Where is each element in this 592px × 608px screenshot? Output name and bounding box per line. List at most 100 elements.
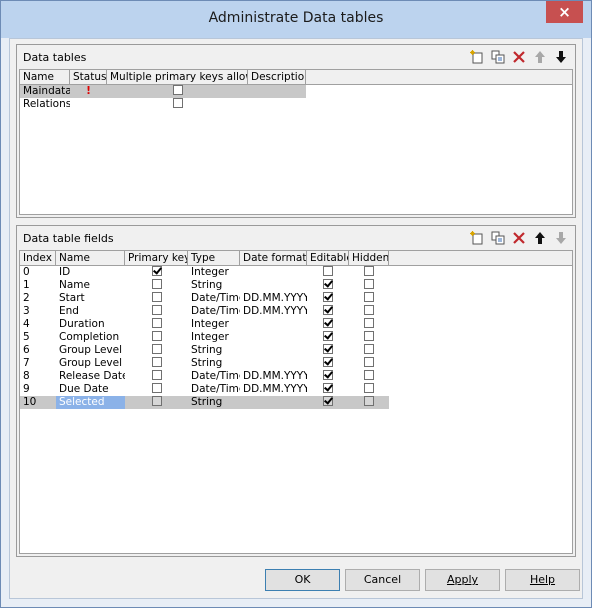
- type-cell[interactable]: Date/Time: [188, 305, 240, 318]
- type-cell[interactable]: Date/Time: [188, 370, 240, 383]
- hidden-checkbox[interactable]: [364, 370, 374, 380]
- hidden-checkbox[interactable]: [364, 266, 374, 276]
- table-row[interactable]: 10 Selected String: [20, 396, 389, 409]
- field-name-cell[interactable]: Completion: [56, 331, 125, 344]
- primary-key-checkbox[interactable]: [151, 266, 162, 276]
- column-header-date-format[interactable]: Date format: [240, 251, 307, 265]
- index-cell[interactable]: 9: [20, 383, 56, 396]
- index-cell[interactable]: 3: [20, 305, 56, 318]
- close-button[interactable]: ×: [546, 1, 583, 23]
- table-row[interactable]: 0 ID Integer: [20, 266, 389, 279]
- primary-key-checkbox[interactable]: [151, 305, 162, 315]
- field-name-cell[interactable]: Selected: [56, 396, 125, 409]
- move-up-icon[interactable]: [532, 230, 548, 246]
- primary-key-checkbox[interactable]: [151, 370, 162, 380]
- table-row[interactable]: 7 Group Level 2 String: [20, 357, 389, 370]
- field-name-cell[interactable]: Group Level 2: [56, 357, 125, 370]
- date-format-cell[interactable]: [240, 318, 307, 331]
- table-row[interactable]: 1 Name String: [20, 279, 389, 292]
- type-cell[interactable]: String: [188, 344, 240, 357]
- editable-checkbox[interactable]: [323, 344, 333, 354]
- table-row[interactable]: Relations: [20, 98, 306, 111]
- apply-button[interactable]: Apply: [425, 569, 500, 591]
- field-name-cell[interactable]: ID: [56, 266, 125, 279]
- field-name-cell[interactable]: Start: [56, 292, 125, 305]
- column-header-type[interactable]: Type: [188, 251, 240, 265]
- primary-key-checkbox[interactable]: [151, 383, 162, 393]
- hidden-checkbox[interactable]: [364, 279, 374, 289]
- hidden-checkbox[interactable]: [364, 383, 374, 393]
- index-cell[interactable]: 5: [20, 331, 56, 344]
- index-cell[interactable]: 6: [20, 344, 56, 357]
- type-cell[interactable]: String: [188, 396, 240, 409]
- column-header-index[interactable]: Index: [20, 251, 56, 265]
- field-name-cell[interactable]: Release Date: [56, 370, 125, 383]
- column-header-status[interactable]: Status: [70, 70, 107, 84]
- table-row[interactable]: 2 Start Date/Time DD.MM.YYYY: [20, 292, 389, 305]
- date-format-cell[interactable]: [240, 279, 307, 292]
- type-cell[interactable]: String: [188, 279, 240, 292]
- description-cell[interactable]: [248, 85, 306, 98]
- editable-checkbox[interactable]: [323, 266, 333, 276]
- primary-key-checkbox[interactable]: [151, 357, 162, 367]
- new-icon[interactable]: [469, 230, 485, 246]
- index-cell[interactable]: 2: [20, 292, 56, 305]
- primary-key-checkbox[interactable]: [151, 279, 162, 289]
- date-format-cell[interactable]: DD.MM.YYYY: [240, 292, 307, 305]
- hidden-checkbox[interactable]: [364, 396, 374, 406]
- editable-checkbox[interactable]: [323, 383, 333, 393]
- type-cell[interactable]: Date/Time: [188, 292, 240, 305]
- hidden-checkbox[interactable]: [364, 318, 374, 328]
- column-header-hidden[interactable]: Hidden: [349, 251, 389, 265]
- copy-icon[interactable]: [490, 230, 506, 246]
- editable-checkbox[interactable]: [323, 305, 333, 315]
- hidden-checkbox[interactable]: [364, 357, 374, 367]
- field-name-cell[interactable]: Duration: [56, 318, 125, 331]
- field-name-cell[interactable]: Due Date: [56, 383, 125, 396]
- type-cell[interactable]: String: [188, 357, 240, 370]
- editable-checkbox[interactable]: [323, 292, 333, 302]
- new-icon[interactable]: [469, 49, 485, 65]
- editable-checkbox[interactable]: [323, 370, 333, 380]
- table-name-cell[interactable]: Relations: [20, 98, 70, 111]
- move-down-icon[interactable]: [553, 49, 569, 65]
- type-cell[interactable]: Date/Time: [188, 383, 240, 396]
- cancel-button[interactable]: Cancel: [345, 569, 420, 591]
- copy-icon[interactable]: [490, 49, 506, 65]
- date-format-cell[interactable]: [240, 344, 307, 357]
- table-row[interactable]: 9 Due Date Date/Time DD.MM.YYYY: [20, 383, 389, 396]
- editable-checkbox[interactable]: [323, 318, 333, 328]
- table-row[interactable]: 6 Group Level 1 String: [20, 344, 389, 357]
- delete-icon[interactable]: [511, 49, 527, 65]
- hidden-checkbox[interactable]: [364, 305, 374, 315]
- editable-checkbox[interactable]: [323, 331, 333, 341]
- primary-key-checkbox[interactable]: [151, 331, 162, 341]
- date-format-cell[interactable]: [240, 331, 307, 344]
- help-button[interactable]: Help: [505, 569, 580, 591]
- primary-key-checkbox[interactable]: [151, 344, 162, 354]
- column-header-editable[interactable]: Editable: [307, 251, 349, 265]
- table-row[interactable]: 3 End Date/Time DD.MM.YYYY: [20, 305, 389, 318]
- type-cell[interactable]: Integer: [188, 266, 240, 279]
- primary-key-checkbox[interactable]: [151, 318, 162, 328]
- hidden-checkbox[interactable]: [364, 292, 374, 302]
- index-cell[interactable]: 8: [20, 370, 56, 383]
- date-format-cell[interactable]: DD.MM.YYYY: [240, 370, 307, 383]
- date-format-cell[interactable]: [240, 396, 307, 409]
- editable-checkbox[interactable]: [323, 396, 333, 406]
- hidden-checkbox[interactable]: [364, 344, 374, 354]
- ok-button[interactable]: OK: [265, 569, 340, 591]
- move-up-icon[interactable]: [532, 49, 548, 65]
- date-format-cell[interactable]: [240, 266, 307, 279]
- table-name-cell[interactable]: Maindata: [20, 85, 70, 98]
- editable-checkbox[interactable]: [323, 357, 333, 367]
- column-header-name[interactable]: Name: [20, 70, 70, 84]
- field-name-cell[interactable]: Name: [56, 279, 125, 292]
- multiple-pk-checkbox[interactable]: [172, 98, 183, 108]
- index-cell[interactable]: 7: [20, 357, 56, 370]
- index-cell[interactable]: 1: [20, 279, 56, 292]
- title-bar[interactable]: Administrate Data tables ×: [1, 1, 591, 38]
- date-format-cell[interactable]: DD.MM.YYYY: [240, 383, 307, 396]
- column-header-primary-key[interactable]: Primary key: [125, 251, 188, 265]
- table-row[interactable]: 8 Release Date Date/Time DD.MM.YYYY: [20, 370, 389, 383]
